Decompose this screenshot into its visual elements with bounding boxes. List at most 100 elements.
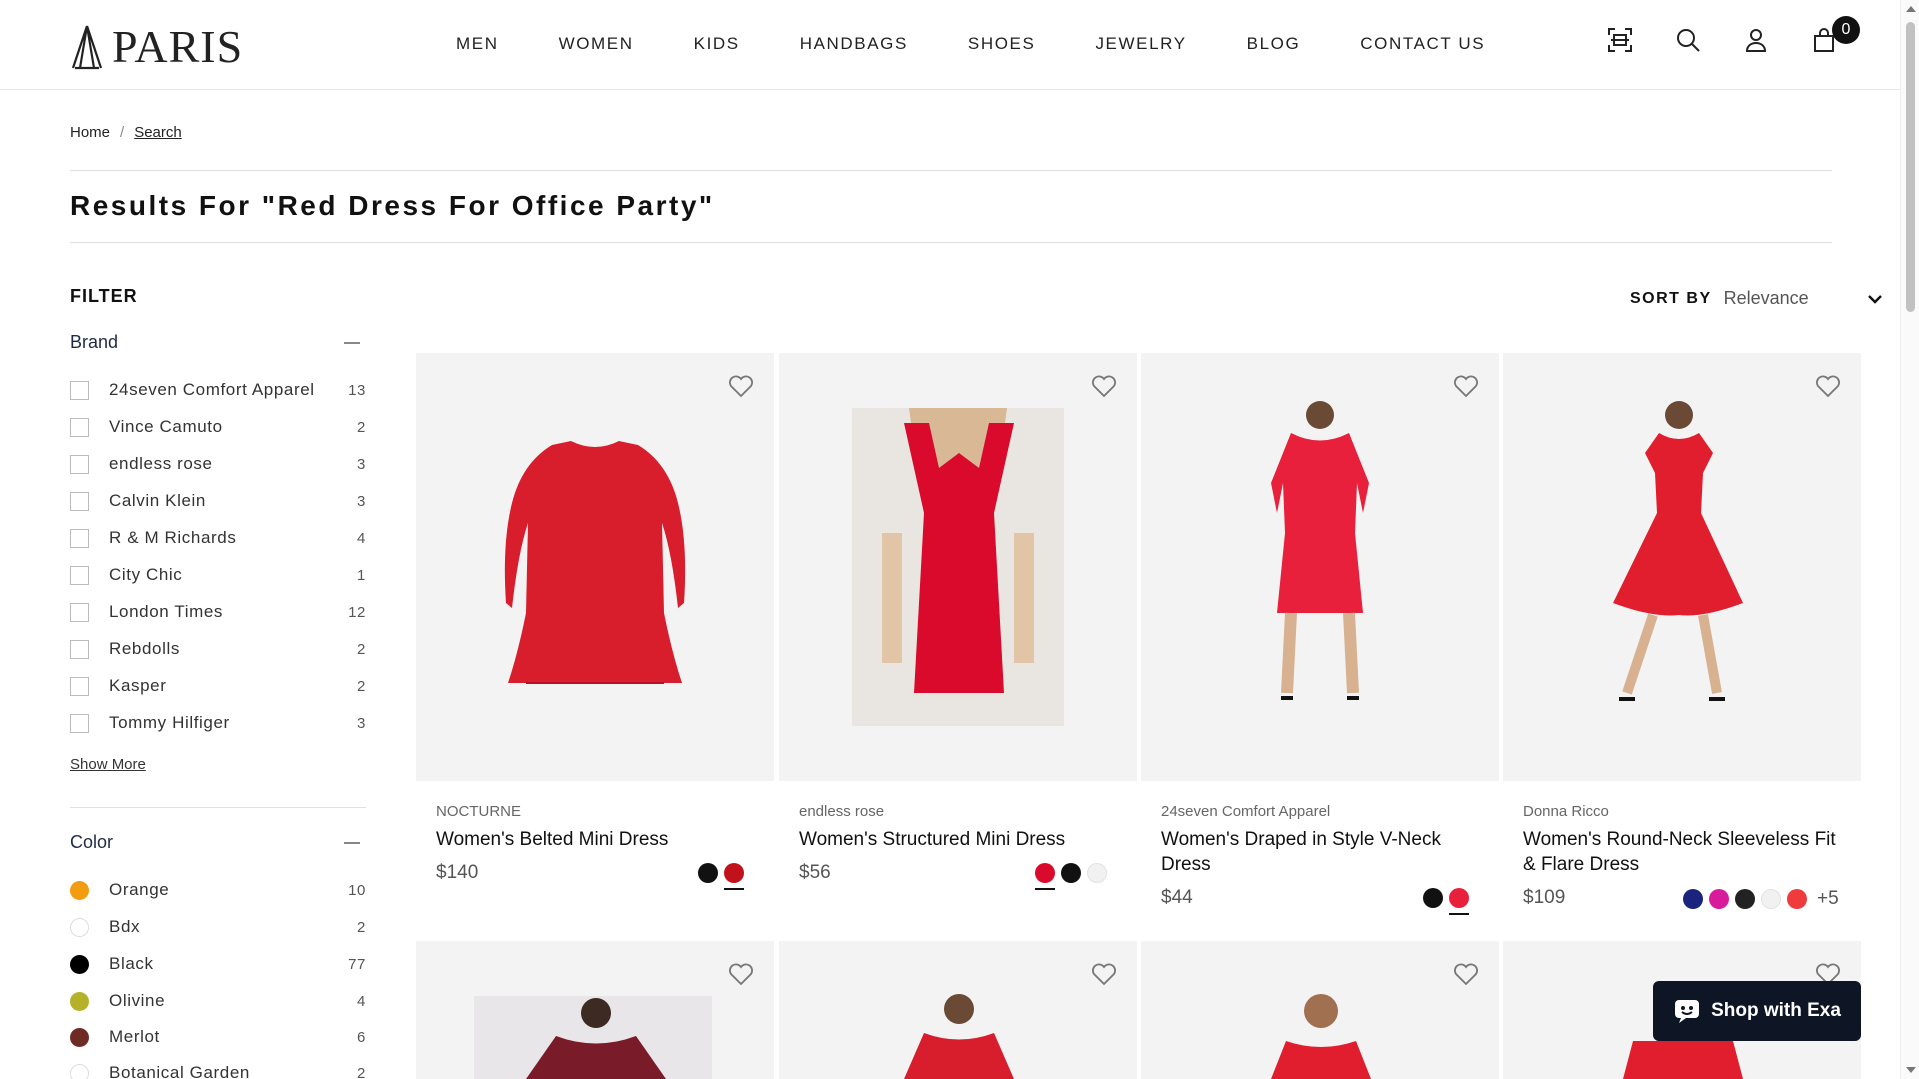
nav-shoes[interactable]: SHOES <box>968 34 1036 54</box>
brand-option[interactable]: Vince Camuto 2 <box>70 415 366 439</box>
product-image[interactable] <box>779 353 1137 781</box>
nav-blog[interactable]: BLOG <box>1247 34 1301 54</box>
color-swatch[interactable] <box>1423 888 1443 908</box>
account-icon[interactable] <box>1742 26 1770 54</box>
color-swatch[interactable] <box>70 1063 89 1079</box>
brand-option[interactable]: Kasper 2 <box>70 674 366 698</box>
product-name[interactable]: Women's Draped in Style V-Neck Dress <box>1161 827 1491 877</box>
brand-filter-header[interactable]: Brand <box>70 332 366 353</box>
checkbox[interactable] <box>70 454 89 474</box>
color-swatch[interactable] <box>1735 889 1755 909</box>
product-card[interactable] <box>416 941 774 1079</box>
brand-option[interactable]: Tommy Hilfiger 3 <box>70 711 366 735</box>
brand-option[interactable]: 24seven Comfort Apparel 13 <box>70 378 366 402</box>
color-option[interactable]: Botanical Garden 2 <box>70 1061 366 1079</box>
product-image[interactable] <box>416 941 774 1079</box>
product-name[interactable]: Women's Structured Mini Dress <box>799 827 1129 852</box>
cart-icon[interactable]: 0 <box>1810 16 1860 54</box>
breadcrumb-home[interactable]: Home <box>70 124 110 141</box>
brand-option[interactable]: Rebdolls 2 <box>70 637 366 661</box>
color-filter-header[interactable]: Color <box>70 832 366 853</box>
color-option[interactable]: Merlot 6 <box>70 1025 366 1049</box>
chat-bot-icon <box>1675 1000 1700 1023</box>
color-swatch[interactable] <box>1683 889 1703 909</box>
color-option[interactable]: Orange 10 <box>70 878 366 902</box>
checkbox[interactable] <box>70 713 89 733</box>
brand-option[interactable]: endless rose 3 <box>70 452 366 476</box>
product-card[interactable]: 24seven Comfort Apparel Women's Draped i… <box>1141 353 1499 915</box>
product-name[interactable]: Women's Belted Mini Dress <box>436 827 766 852</box>
color-option[interactable]: Black 77 <box>70 952 366 976</box>
color-swatch[interactable] <box>1449 888 1469 915</box>
brand-option[interactable]: Calvin Klein 3 <box>70 489 366 513</box>
collapse-icon[interactable] <box>344 341 360 344</box>
color-swatch[interactable] <box>1787 889 1807 909</box>
color-swatch[interactable] <box>1035 863 1055 890</box>
checkbox[interactable] <box>70 565 89 585</box>
product-card[interactable]: endless rose Women's Structured Mini Dre… <box>779 353 1137 913</box>
checkbox[interactable] <box>70 639 89 659</box>
product-card[interactable] <box>1141 941 1499 1079</box>
checkbox[interactable] <box>70 380 89 400</box>
collapse-icon[interactable] <box>344 841 360 844</box>
color-swatch[interactable] <box>70 1027 89 1047</box>
nav-jewelry[interactable]: JEWELRY <box>1095 34 1186 54</box>
color-swatch[interactable] <box>1087 863 1107 883</box>
color-option[interactable]: Bdx 2 <box>70 915 366 939</box>
nav-handbags[interactable]: HANDBAGS <box>800 34 908 54</box>
color-swatch[interactable] <box>1061 863 1081 883</box>
sort-value[interactable]: Relevance <box>1724 288 1809 309</box>
product-image[interactable] <box>1141 353 1499 781</box>
brand-option[interactable]: City Chic 1 <box>70 563 366 587</box>
wishlist-heart-icon[interactable] <box>1815 373 1841 399</box>
brand-count: 4 <box>357 529 366 547</box>
shop-with-exa-button[interactable]: Shop with Exa <box>1653 981 1861 1041</box>
chevron-down-icon[interactable] <box>1865 289 1885 309</box>
product-card[interactable] <box>779 941 1137 1079</box>
color-option[interactable]: Olivine 4 <box>70 989 366 1013</box>
brand-option[interactable]: London Times 12 <box>70 600 366 624</box>
checkbox[interactable] <box>70 417 89 437</box>
nav-women[interactable]: WOMEN <box>559 34 634 54</box>
product-image[interactable] <box>779 941 1137 1079</box>
product-card[interactable]: NOCTURNE Women's Belted Mini Dress $140 <box>416 353 774 913</box>
color-swatch[interactable] <box>698 863 718 883</box>
scroll-thumb[interactable] <box>1906 22 1915 312</box>
sort-control[interactable]: SORT BY Relevance <box>1630 288 1885 309</box>
product-image[interactable] <box>416 353 774 781</box>
color-swatch[interactable] <box>70 917 89 937</box>
product-image[interactable] <box>1503 353 1861 781</box>
checkbox[interactable] <box>70 602 89 622</box>
color-swatch[interactable] <box>70 880 89 900</box>
search-icon[interactable] <box>1674 26 1702 54</box>
product-image[interactable] <box>1141 941 1499 1079</box>
page-scrollbar[interactable] <box>1900 0 1919 1079</box>
wishlist-heart-icon[interactable] <box>728 961 754 987</box>
wishlist-heart-icon[interactable] <box>1453 961 1479 987</box>
brand-option[interactable]: R & M Richards 4 <box>70 526 366 550</box>
wishlist-heart-icon[interactable] <box>728 373 754 399</box>
show-more-link[interactable]: Show More <box>70 756 146 773</box>
color-swatch[interactable] <box>1761 889 1781 909</box>
product-name[interactable]: Women's Round-Neck Sleeveless Fit & Flar… <box>1523 827 1853 877</box>
checkbox[interactable] <box>70 676 89 696</box>
image-search-icon[interactable] <box>1606 26 1634 54</box>
product-card[interactable]: Donna Ricco Women's Round-Neck Sleeveles… <box>1503 353 1861 913</box>
breadcrumb-search[interactable]: Search <box>134 124 182 141</box>
color-swatch[interactable] <box>70 991 89 1011</box>
paris-logo[interactable]: PARIS <box>70 24 243 70</box>
color-swatch[interactable] <box>724 863 744 890</box>
scroll-down-arrow-icon[interactable] <box>1906 1067 1916 1073</box>
scroll-up-arrow-icon[interactable] <box>1906 6 1916 12</box>
more-colors-count[interactable]: +5 <box>1817 888 1839 910</box>
color-swatch[interactable] <box>70 954 89 974</box>
nav-contact-us[interactable]: CONTACT US <box>1360 34 1485 54</box>
nav-kids[interactable]: KIDS <box>694 34 740 54</box>
color-swatch[interactable] <box>1709 889 1729 909</box>
wishlist-heart-icon[interactable] <box>1091 373 1117 399</box>
checkbox[interactable] <box>70 491 89 511</box>
checkbox[interactable] <box>70 528 89 548</box>
nav-men[interactable]: MEN <box>456 34 499 54</box>
wishlist-heart-icon[interactable] <box>1453 373 1479 399</box>
wishlist-heart-icon[interactable] <box>1091 961 1117 987</box>
